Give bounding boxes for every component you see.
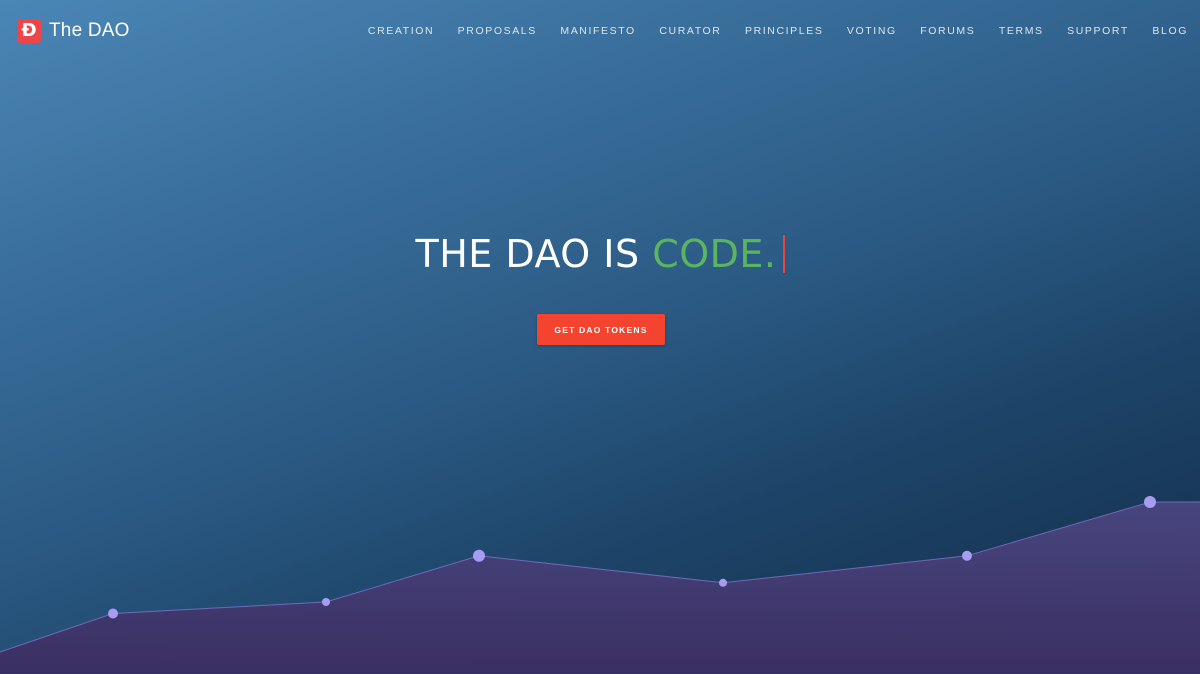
nav-item-manifesto[interactable]: MANIFESTO [560, 25, 635, 37]
nav-item-terms[interactable]: TERMS [999, 25, 1044, 37]
chart-point [719, 578, 727, 587]
chart-point [1144, 496, 1156, 508]
brand-name: The DAO [49, 20, 130, 41]
headline-accent: CODE. [652, 232, 777, 276]
nav-item-voting[interactable]: VOTING [847, 25, 897, 37]
nav-item-blog[interactable]: BLOG [1152, 25, 1188, 37]
nav-item-curator[interactable]: CURATOR [659, 25, 721, 37]
chart-area [0, 502, 1200, 674]
nav-item-support[interactable]: SUPPORT [1067, 25, 1129, 37]
headline-prefix: THE DAO IS [415, 232, 653, 276]
chart-point [322, 598, 330, 606]
chart-line [0, 501, 1200, 653]
nav-item-forums[interactable]: FORUMS [920, 25, 975, 37]
dao-logo-icon: Đ [17, 19, 41, 43]
nav-item-principles[interactable]: PRINCIPLES [745, 25, 823, 37]
chart-point [473, 549, 485, 562]
nav-item-creation[interactable]: CREATION [368, 25, 434, 37]
chart-point [962, 550, 972, 561]
typing-caret [782, 234, 785, 273]
hero-headline: THE DAO IS CODE. [416, 226, 785, 282]
hero-section: THE DAO IS CODE. [0, 226, 1200, 282]
nav-item-proposals[interactable]: PROPOSALS [458, 25, 537, 37]
chart-point [108, 608, 118, 619]
get-dao-tokens-button[interactable]: GET DAO TOKENS [537, 314, 665, 345]
site-header: Đ The DAO CREATION PROPOSALS MANIFESTO C… [0, 0, 1200, 62]
main-nav: CREATION PROPOSALS MANIFESTO CURATOR PRI… [368, 25, 1188, 37]
brand-home-link[interactable]: Đ The DAO [17, 19, 130, 43]
